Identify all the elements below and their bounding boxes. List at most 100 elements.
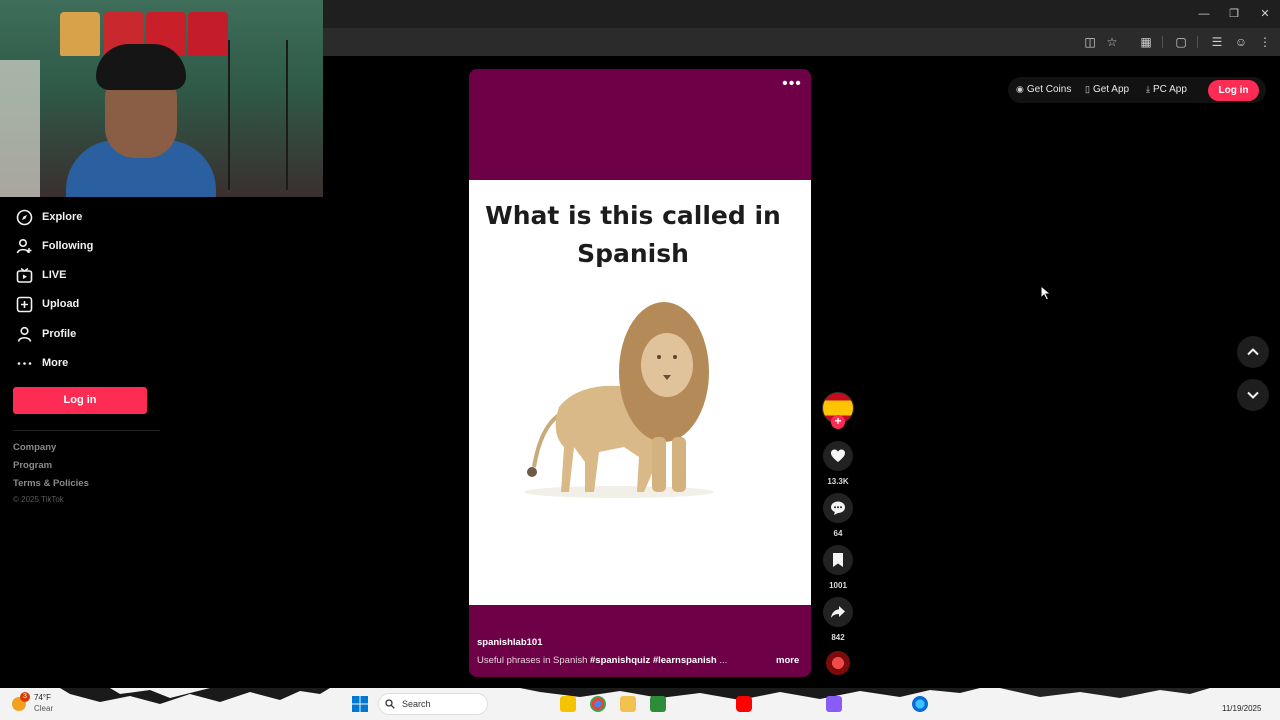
heart-icon	[831, 449, 845, 462]
more-dots-icon	[14, 353, 34, 373]
person-icon	[14, 324, 34, 344]
hashtag-link[interactable]: #learnspanish	[653, 655, 717, 666]
comment-count: 64	[833, 529, 843, 538]
share-button[interactable]	[823, 597, 853, 627]
weather-condition: Clear	[34, 704, 54, 713]
sidebar-item-live[interactable]: LIVE	[14, 263, 164, 287]
chrome-app-icon[interactable]	[590, 696, 606, 712]
notification-badge: 3	[20, 692, 30, 702]
curtain	[0, 60, 40, 197]
caption-text: Useful phrases in Spanish	[477, 655, 588, 666]
footer-link-program[interactable]: Program	[13, 460, 52, 471]
sidebar-item-label: More	[42, 357, 69, 369]
wall-shirt	[188, 12, 228, 56]
video-author[interactable]: spanishlab101	[477, 637, 542, 648]
sidebar-item-more[interactable]: More	[14, 351, 164, 375]
mouse-cursor-icon	[1040, 285, 1052, 301]
star-icon[interactable]: ☆	[1104, 34, 1120, 50]
comment-icon	[831, 501, 845, 515]
tab-search-icon[interactable]: ▢	[1173, 34, 1189, 50]
compass-icon	[14, 207, 34, 227]
hashtag-link[interactable]: #spanishquiz	[590, 655, 650, 666]
restore-icon[interactable]: ❐	[1226, 6, 1242, 22]
screen: — ❐ ✕ ◫ ☆ ▦ ▢ ☰ ☺ ⋮ Explore Following LI…	[0, 0, 1280, 720]
webcam-overlay	[0, 0, 323, 197]
footer-link-company[interactable]: Company	[13, 442, 56, 453]
app-icon[interactable]	[826, 696, 842, 712]
save-count: 1001	[829, 581, 847, 590]
caption-ellipsis: ...	[719, 655, 728, 666]
shelf	[228, 40, 288, 190]
video-caption: Useful phrases in Spanish #spanishquiz #…	[477, 655, 727, 666]
weather-temperature: 74°F	[34, 693, 51, 702]
rockstar-app-icon[interactable]	[560, 696, 576, 712]
toolbar-divider	[1162, 36, 1163, 48]
save-button[interactable]	[823, 545, 853, 575]
profile-icon[interactable]: ☺	[1233, 34, 1249, 50]
pc-app-label: PC App	[1152, 84, 1187, 95]
get-coins-link[interactable]: ◉ Get Coins	[1016, 84, 1071, 95]
caption-more-button[interactable]: more	[776, 655, 799, 666]
download-icon: ⤓	[1146, 84, 1150, 94]
video-player[interactable]: What is this called in Spanish ••• spani…	[469, 69, 811, 677]
address-bar[interactable]	[322, 30, 1082, 54]
get-coins-label: Get Coins	[1026, 84, 1072, 95]
sidebar-item-explore[interactable]: Explore	[14, 205, 164, 229]
taskbar-date: 11/19/2025	[1222, 704, 1262, 713]
wall-shirt	[60, 12, 100, 56]
sidebar-item-label: Upload	[42, 298, 80, 310]
windows-taskbar: 3 74°F Clear Search 11/19/2025	[0, 688, 1280, 720]
taskbar-wallpaper	[60, 688, 1210, 704]
share-icon	[831, 606, 845, 618]
sidebar-item-upload[interactable]: Upload	[14, 292, 164, 316]
like-count: 13.3K	[827, 477, 849, 486]
get-app-link[interactable]: ▯ Get App	[1085, 84, 1129, 95]
music-disc-icon[interactable]	[826, 651, 850, 675]
sidebar-item-label: LIVE	[42, 269, 67, 281]
plus-square-icon	[14, 294, 34, 314]
sidebar-login-button[interactable]: Log in	[13, 387, 147, 414]
live-tv-icon	[14, 265, 34, 285]
search-icon	[385, 699, 395, 709]
video-options-icon[interactable]: •••	[782, 76, 802, 93]
extensions-icon[interactable]: ▦	[1138, 34, 1154, 50]
lion-image	[524, 302, 714, 498]
previous-video-button[interactable]	[1237, 336, 1269, 368]
phone-icon: ▯	[1085, 84, 1090, 94]
copyright-text: © 2025 TikTok	[13, 495, 64, 504]
bookmark-icon	[833, 553, 843, 567]
follow-plus-icon[interactable]: +	[831, 415, 845, 429]
pc-app-link[interactable]: ⤓ PC App	[1146, 84, 1187, 95]
comment-button[interactable]	[823, 493, 853, 523]
next-video-button[interactable]	[1237, 379, 1269, 411]
file-explorer-icon[interactable]	[620, 696, 636, 712]
browser-menu-icon[interactable]: ⋮	[1257, 34, 1273, 50]
get-app-label: Get App	[1092, 84, 1130, 95]
media-controls-icon[interactable]: ☰	[1209, 34, 1225, 50]
footer-link-terms[interactable]: Terms & Policies	[13, 478, 89, 489]
sidebar-item-label: Explore	[42, 211, 83, 223]
install-app-icon[interactable]: ◫	[1082, 34, 1098, 50]
person-hair	[96, 44, 186, 90]
sidebar-divider	[13, 430, 160, 431]
sidebar-item-profile[interactable]: Profile	[14, 322, 164, 346]
minimize-icon[interactable]: —	[1196, 6, 1212, 22]
sidebar-item-following[interactable]: Following	[14, 234, 164, 258]
header-login-button[interactable]: Log in	[1208, 80, 1259, 101]
chevron-up-icon	[1247, 348, 1259, 356]
video-title: What is this called in Spanish	[485, 201, 781, 268]
sidebar-item-label: Following	[42, 240, 94, 252]
like-button[interactable]	[823, 441, 853, 471]
toolbar-divider	[1197, 36, 1198, 48]
share-count: 842	[831, 633, 845, 642]
youtube-app-icon[interactable]	[736, 696, 752, 712]
xbox-app-icon[interactable]	[650, 696, 666, 712]
windows-start-icon[interactable]	[352, 696, 368, 712]
edge-app-icon[interactable]	[912, 696, 928, 712]
chevron-down-icon	[1247, 391, 1259, 399]
sidebar-item-label: Profile	[42, 328, 77, 340]
coin-icon: ◉	[1016, 84, 1024, 94]
close-icon[interactable]: ✕	[1257, 6, 1273, 22]
user-plus-icon	[14, 236, 34, 256]
taskbar-search-label: Search	[402, 699, 431, 709]
